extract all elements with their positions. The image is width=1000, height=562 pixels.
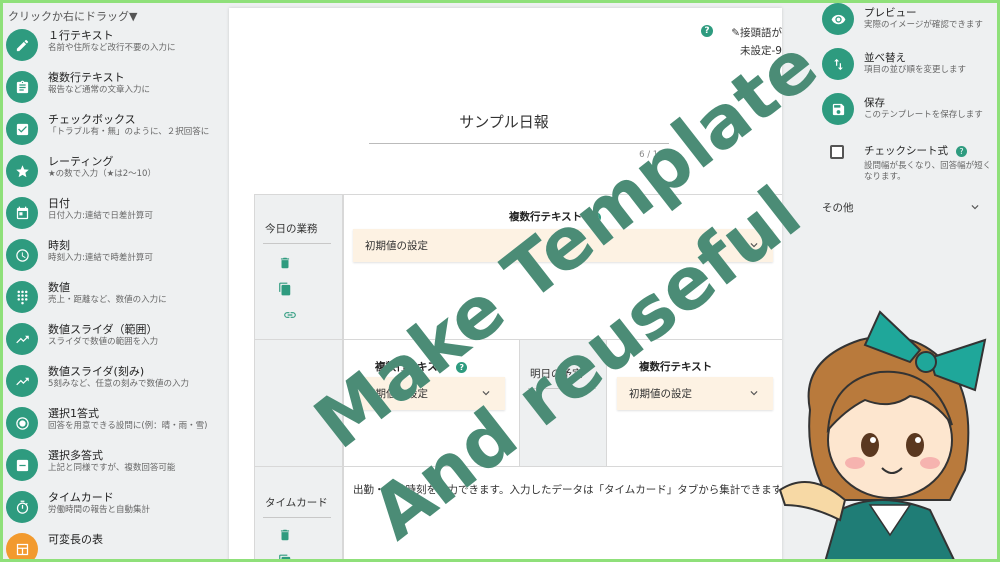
palette-item[interactable]: 選択多答式 上記と同様ですが、複数回答可能 <box>3 445 219 486</box>
label-rule <box>263 517 331 518</box>
palette-item-desc: 上記と同様ですが、複数回答可能 <box>48 463 176 473</box>
row-label[interactable]: 今日の業務 <box>265 221 318 236</box>
palette-item[interactable]: 時刻 時刻入力:連結で時差計算可 <box>3 235 219 276</box>
clipboard-icon <box>6 71 38 103</box>
save-action[interactable]: 保存 このテンプレートを保存します <box>820 93 998 133</box>
palette-item-desc: 売上・距離など、数値の入力に <box>48 295 167 305</box>
action-desc: 実際のイメージが確認できます <box>864 20 983 30</box>
palette-item-desc: 報告など通常の文章入力に <box>48 85 151 95</box>
dropdown-label: 初期値の設定 <box>365 240 428 252</box>
action-desc: 項目の並び順を変更します <box>864 65 967 75</box>
palette-item-desc: 日付入力:連結で日差計算可 <box>48 211 153 221</box>
palette-item-title: 選択多答式 <box>48 449 103 462</box>
star-icon <box>6 155 38 187</box>
palette-item[interactable]: 数値 売上・距離など、数値の入力に <box>3 277 219 318</box>
copy-icon[interactable] <box>278 553 292 562</box>
trending-icon <box>6 323 38 355</box>
sort-icon[interactable] <box>822 48 854 80</box>
calendar-icon <box>6 197 38 229</box>
template-title-input[interactable]: サンプル日報 <box>369 111 639 132</box>
palette-item-title: 複数行テキスト <box>48 71 125 84</box>
palette-item[interactable]: 数値スライダ(刻み) 5刻みなど、任意の刻みで数値の入力 <box>3 361 219 402</box>
chevron-down-icon <box>750 391 758 396</box>
default-value-dropdown[interactable]: 初期値の設定 <box>617 377 773 410</box>
palette-item[interactable]: チェックボックス 「トラブル有・無」のように、２択回答に <box>3 109 219 150</box>
eye-action[interactable]: プレビュー 実際のイメージが確認できます <box>820 3 998 43</box>
action-title: プレビュー <box>864 7 917 19</box>
palette-item-desc: スライダで数値の範囲を入力 <box>48 337 159 347</box>
palette-item-desc: ★の数で入力（★は2〜10） <box>48 169 156 179</box>
palette-item-title: チェックボックス <box>48 113 136 126</box>
palette-item-title: レーティング <box>48 155 114 168</box>
palette-item-title: 時刻 <box>48 239 70 252</box>
palette-item[interactable]: 選択1答式 回答を用意できる設問に(例：晴・雨・雪) <box>3 403 219 444</box>
palette-item-desc: 時刻入力:連結で時差計算可 <box>48 253 153 263</box>
row-label[interactable]: タイムカード <box>265 495 328 510</box>
palette-item[interactable]: 可変長の表 <box>3 529 219 559</box>
action-desc: このテンプレートを保存します <box>864 110 983 120</box>
row-label-cell: タイムカード <box>255 467 343 562</box>
palette-item[interactable]: タイムカード 労働時間の報告と自動集計 <box>3 487 219 528</box>
pencil-icon: ✎ <box>731 27 740 39</box>
other-section[interactable]: その他 <box>822 200 854 215</box>
copy-icon[interactable] <box>278 281 292 297</box>
action-title: 保存 <box>864 97 885 109</box>
palette-item[interactable]: 複数行テキスト 報告など通常の文章入力に <box>3 67 219 108</box>
palette-item-desc: 回答を用意できる設問に(例：晴・雨・雪) <box>48 421 208 431</box>
table-icon <box>6 533 38 559</box>
checksheet-desc: 設問幅が長くなり、回答幅が短くなります。 <box>864 161 992 182</box>
checksheet-title: チェックシート式? <box>864 143 967 158</box>
chevron-down-icon[interactable] <box>968 200 982 214</box>
checkbox[interactable] <box>830 145 844 159</box>
row-label-cell: 今日の業務 <box>255 195 343 339</box>
eye-icon[interactable] <box>822 3 854 35</box>
dialpad-icon <box>6 281 38 313</box>
checksheet-toggle[interactable]: チェックシート式? 設問幅が長くなり、回答幅が短くなります。 <box>820 142 998 186</box>
palette-item-desc: 「トラブル有・無」のように、２択回答に <box>48 127 210 137</box>
palette-item-title: タイムカード <box>48 491 114 504</box>
help-icon[interactable]: ? <box>701 25 713 37</box>
mascot-illustration <box>778 310 987 562</box>
minus-box-icon <box>6 449 38 481</box>
checkbox-icon <box>6 113 38 145</box>
palette-item[interactable]: 数値スライダ（範囲） スライダで数値の範囲を入力 <box>3 319 219 360</box>
delete-icon[interactable] <box>278 255 292 271</box>
palette-item-title: １行テキスト <box>48 29 114 42</box>
trending-icon <box>6 365 38 397</box>
palette-item[interactable]: 日付 日付入力:連結で日差計算可 <box>3 193 219 234</box>
field-palette: クリックか右にドラッグ▼ １行テキスト 名前や住所など改行不要の入力に 複数行テキス… <box>3 3 219 559</box>
palette-item-desc: 5刻みなど、任意の刻みで数値の入力 <box>48 379 189 389</box>
sort-action[interactable]: 並べ替え 項目の並び順を変更します <box>820 48 998 88</box>
radio-icon <box>6 407 38 439</box>
palette-item[interactable]: レーティング ★の数で入力（★は2〜10） <box>3 151 219 192</box>
delete-icon[interactable] <box>278 527 292 543</box>
save-icon[interactable] <box>822 93 854 125</box>
action-title: 並べ替え <box>864 52 906 64</box>
timer-icon <box>6 491 38 523</box>
palette-item-title: 日付 <box>48 197 70 210</box>
palette-item-title: 可変長の表 <box>48 533 103 546</box>
palette-item-title: 数値スライダ（範囲） <box>48 323 158 336</box>
palette-item-title: 数値 <box>48 281 70 294</box>
help-icon[interactable]: ? <box>956 145 967 157</box>
dropdown-label: 初期値の設定 <box>629 388 692 400</box>
pencil-icon <box>6 29 38 61</box>
palette-item-desc: 名前や住所など改行不要の入力に <box>48 43 176 53</box>
clock-icon <box>6 239 38 271</box>
palette-item-title: 数値スライダ(刻み) <box>48 365 145 378</box>
label-rule <box>263 243 331 244</box>
link-icon[interactable] <box>283 307 297 323</box>
palette-item-title: 選択1答式 <box>48 407 99 420</box>
palette-header: クリックか右にドラッグ▼ <box>8 10 138 23</box>
palette-item-desc: 労働時間の報告と自動集計 <box>48 505 151 515</box>
palette-item[interactable]: １行テキスト 名前や住所など改行不要の入力に <box>3 25 219 66</box>
